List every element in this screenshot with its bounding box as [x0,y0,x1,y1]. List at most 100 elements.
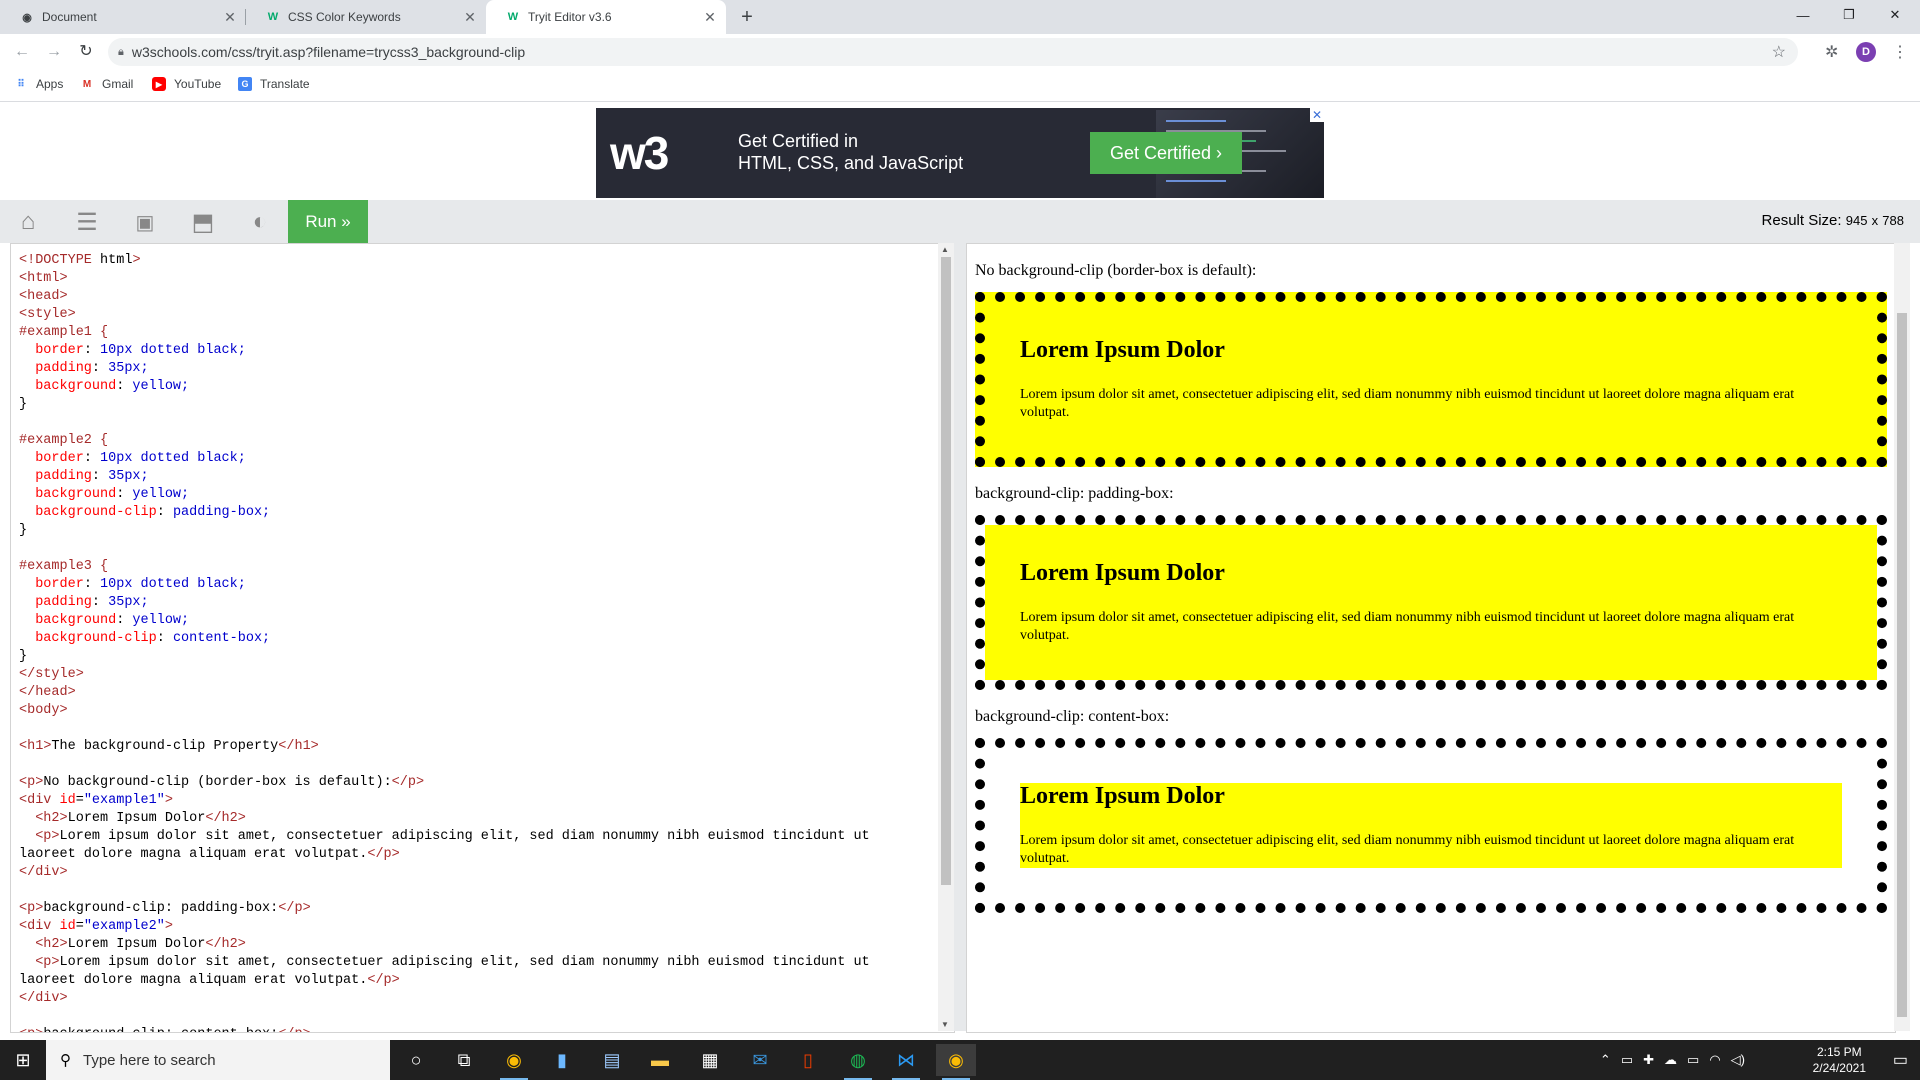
close-tab-icon[interactable]: ✕ [462,9,478,26]
volume-icon[interactable]: ◁) [1731,1052,1745,1068]
clock-date: 2/24/2021 [1812,1061,1866,1075]
screen-app-icon[interactable]: ▤ [592,1044,632,1076]
taskbar-search[interactable]: ⚲ Type here to search [46,1040,390,1080]
code-line: <div id="example1"> [19,793,173,808]
get-certified-button[interactable]: Get Certified › [1090,132,1242,174]
example3-heading: Lorem Ipsum Dolor [1020,783,1225,809]
mail-icon[interactable]: ✉ [740,1044,780,1076]
code-line: padding: 35px; [19,361,149,376]
result-width: 945 [1845,213,1868,228]
code-line: <p>background-clip: content-box:</p> [19,1027,311,1032]
result-height: 788 [1882,213,1904,228]
save-icon[interactable]: ▣ [130,208,160,236]
vscode-icon[interactable]: ⋈ [886,1044,926,1080]
bookmark-apps[interactable]: ⠿ Apps [14,77,63,91]
task-view-icon[interactable]: ⧉ [444,1044,484,1076]
windows-taskbar: ⊞ ⚲ Type here to search ○ ⧉ ◉ ▮ ▤ ▬ ▦ ✉ … [0,1040,1920,1080]
chrome-icon[interactable]: ◉ [494,1044,534,1080]
code-line: <body> [19,703,68,718]
code-scrollbar-thumb[interactable] [941,257,951,885]
search-icon: ⚲ [60,1052,71,1069]
forward-arrow-icon[interactable]: → [44,42,64,62]
taskbar-clock[interactable]: 2:15 PM 2/24/2021 [1813,1044,1866,1076]
result-scrollbar[interactable] [1894,243,1910,1031]
code-text[interactable]: <!DOCTYPE html> <html> <head> <style> #e… [11,244,954,1032]
new-tab-button[interactable]: + [736,6,758,28]
browser-tab-strip: ◉ Document ✕ W CSS Color Keywords ✕ W Tr… [0,0,1920,34]
close-window-button[interactable]: ✕ [1872,0,1918,30]
store-icon[interactable]: ▦ [690,1044,730,1076]
bookmark-youtube[interactable]: ▶ YouTube [152,77,221,91]
restore-button[interactable]: ❐ [1826,0,1872,30]
code-editor[interactable]: <!DOCTYPE html> <html> <head> <style> #e… [10,243,955,1033]
code-line: </div> [19,991,68,1006]
profile-avatar[interactable]: D [1856,42,1876,62]
ad-banner[interactable]: w3 Get Certified in HTML, CSS, and JavaS… [596,108,1324,198]
minimize-button[interactable]: — [1780,0,1826,30]
code-line: <style> [19,307,76,322]
example1-text: Lorem ipsum dolor sit amet, consectetuer… [1020,387,1795,420]
result-scrollbar-thumb[interactable] [1897,313,1907,1017]
tab-title: CSS Color Keywords [288,10,401,24]
dark-mode-icon[interactable]: ◐ [245,208,275,236]
bookmark-translate[interactable]: G Translate [238,77,310,91]
code-line: background-clip: padding-box; [19,505,271,520]
ad-close-icon[interactable]: ✕ [1310,108,1324,122]
tab-document[interactable]: ◉ Document ✕ [0,0,246,34]
code-line: <p>No background-clip (border-box is def… [19,775,425,790]
code-line: border: 10px dotted black; [19,343,246,358]
rotate-layout-icon[interactable]: ⬒ [188,208,218,236]
run-button[interactable]: Run » [288,200,368,243]
chrome-profile-icon[interactable]: ◉ [936,1044,976,1080]
notification-icon[interactable]: ▭ [1893,1050,1908,1070]
back-arrow-icon[interactable]: ← [12,42,32,62]
result-caption-2: background-clip: padding-box: [975,485,1174,502]
code-line: <p>Lorem ipsum dolor sit amet, consectet… [35,829,870,844]
cortana-icon[interactable]: ○ [396,1044,436,1076]
tray-security-icon[interactable]: ✚ [1643,1052,1654,1068]
code-line: #example2 { [19,433,109,448]
code-line: laoreet dolore magna aliquam erat volutp… [19,847,400,862]
home-icon[interactable]: ⌂ [13,208,43,236]
bookmark-gmail[interactable]: M Gmail [80,77,134,91]
globe-icon: ◉ [22,11,32,24]
menu-kebab-icon[interactable]: ⋮ [1892,42,1908,62]
bookmark-star-icon[interactable]: ☆ [1772,42,1786,62]
code-scrollbar[interactable]: ▲ ▼ [938,243,954,1031]
notepad-icon[interactable]: ▮ [542,1044,582,1076]
code-line: #example1 { [19,325,109,340]
spotify-icon[interactable]: ◍ [838,1044,878,1080]
tray-device-icon[interactable]: ▭ [1621,1052,1633,1068]
tab-css-color-keywords[interactable]: W CSS Color Keywords ✕ [246,0,486,34]
bookmarks-bar: ⠿ Apps M Gmail ▶ YouTube G Translate [0,70,1920,102]
code-line: <h2>Lorem Ipsum Dolor</h2> [35,937,246,952]
reload-icon[interactable]: ↻ [76,42,96,62]
file-explorer-icon[interactable]: ▬ [640,1044,680,1076]
clock-time: 2:15 PM [1816,1045,1862,1059]
gmail-icon: M [82,78,92,90]
office-icon[interactable]: ▯ [788,1044,828,1076]
bookmark-label: Translate [260,77,310,91]
code-line: laoreet dolore magna aliquam erat volutp… [19,973,400,988]
lock-icon: 🔒︎ [118,45,124,58]
example1-heading: Lorem Ipsum Dolor [1020,337,1225,363]
tray-chevron-icon[interactable]: ⌃ [1600,1052,1611,1068]
w3-logo: w3 [610,127,669,179]
example2-box: Lorem Ipsum Dolor Lorem ipsum dolor sit … [975,515,1887,690]
menu-icon[interactable]: ☰ [72,208,102,236]
close-tab-icon[interactable]: ✕ [222,9,238,26]
w3schools-icon: W [267,11,279,23]
tab-tryit-editor[interactable]: W Tryit Editor v3.6 ✕ [486,0,726,34]
windows-start-icon[interactable]: ⊞ [0,1040,46,1080]
code-line: background-clip: content-box; [19,631,271,646]
tray-cloud-icon[interactable]: ☁ [1664,1052,1677,1068]
panel-divider[interactable] [954,243,966,1031]
address-bar[interactable]: 🔒︎ w3schools.com/css/tryit.asp?filename=… [108,38,1798,66]
wifi-icon[interactable]: ◠ [1709,1052,1720,1068]
close-tab-icon[interactable]: ✕ [702,9,718,26]
code-line: border: 10px dotted black; [19,577,246,592]
battery-icon[interactable]: ▭ [1687,1052,1699,1068]
extensions-icon[interactable]: ✲ [1825,42,1838,62]
result-frame: No background-clip (border-box is defaul… [966,243,1896,1033]
translate-icon: G [238,77,252,91]
